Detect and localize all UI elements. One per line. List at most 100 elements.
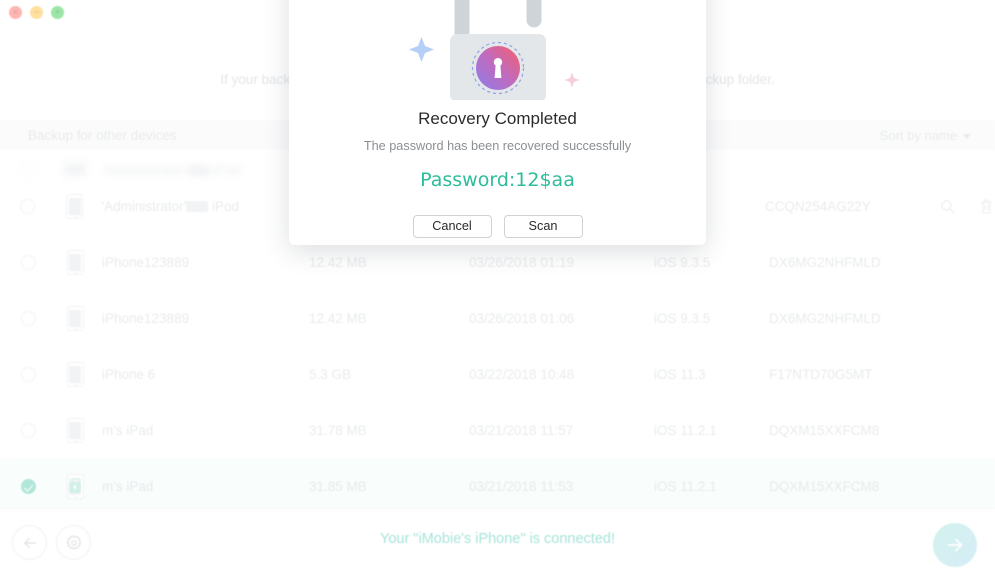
radio-icon [20, 310, 36, 326]
minimize-icon: − [33, 7, 40, 17]
device-icon [66, 249, 84, 275]
bottom-toolbar: Your "iMobie's iPhone" is connected! [0, 508, 995, 576]
scan-button[interactable]: Scan [503, 215, 583, 238]
row-version-cell: iOS 11.2.1 [654, 422, 717, 438]
row-device-name: iPhone123889 [102, 254, 190, 270]
recovery-completed-dialog: Recovery Completed The password has been… [289, 0, 706, 245]
dialog-actions: Cancel Scan [412, 215, 583, 238]
device-icon [66, 417, 84, 443]
row-size-cell: 12.42 MB [309, 310, 367, 326]
row-device-icon [56, 193, 94, 219]
redacted-block [188, 165, 211, 176]
row-name-cell: iPhone123889 [94, 255, 309, 270]
minimize-window-button[interactable]: − [30, 6, 43, 19]
recovered-password: Password:12$aa [420, 169, 575, 191]
row-device-name: m's iPad [102, 478, 154, 494]
row-select-radio[interactable] [0, 163, 56, 178]
row-name-cell: 'Administrator' iPod [94, 199, 308, 214]
row-version-cell: iOS 9.3.5 [654, 254, 711, 270]
row-date-cell: 03/26/2018 01:06 [469, 310, 575, 326]
row-name-cell: m's iPad [94, 479, 309, 494]
device-icon [66, 305, 84, 331]
device-icon [66, 361, 84, 387]
row-device-name: iPhone 6 [102, 366, 156, 382]
row-device-icon [56, 305, 94, 331]
row-serial-cell: DQXM15XXFCM8 [769, 478, 880, 494]
sort-dropdown[interactable]: Sort by name [880, 120, 971, 150]
row-version-cell: iOS 11.2.1 [654, 478, 717, 494]
row-date-cell: 03/22/2018 10:48 [469, 366, 575, 382]
maximize-icon: + [54, 7, 61, 17]
sort-label: Sort by name [879, 127, 957, 143]
row-serial-cell: DQXM15XXFCM8 [769, 422, 880, 438]
row-size-cell: 31.78 MB [309, 422, 367, 438]
row-device-name: 'Administrator' [101, 198, 187, 214]
dialog-subtitle: The password has been recovered successf… [363, 139, 632, 153]
row-select-radio[interactable] [0, 254, 56, 270]
row-serial-cell: DX6MG2NHFMLD [769, 310, 881, 326]
row-device-icon [56, 361, 94, 387]
row-device-name: ‘Administrator’ [102, 163, 189, 178]
next-button[interactable] [933, 523, 977, 567]
row-size-cell: 31.85 MB [309, 478, 367, 494]
row-device-icon [56, 249, 94, 275]
window-controls: × − + [9, 6, 64, 19]
radio-icon [20, 422, 36, 438]
row-version-cell: iOS 9.3.5 [654, 310, 711, 326]
row-version-cell: iOS 11.3 [654, 366, 706, 382]
app-window: × − + If your backup i a backup folder. … [0, 0, 995, 576]
dialog-title: Recovery Completed [418, 109, 577, 128]
radio-icon [20, 366, 36, 382]
chevron-down-icon [963, 133, 971, 139]
row-size-cell: 12.42 MB [309, 254, 367, 270]
table-row[interactable]: iPhone123889 12.42 MB 03/26/2018 01:06 iOS … [0, 290, 995, 346]
row-size-cell: 5.3 GB [309, 366, 352, 382]
row-select-radio[interactable] [0, 422, 56, 438]
row-select-radio[interactable] [0, 478, 56, 494]
arrow-right-icon [947, 538, 963, 552]
device-icon [62, 160, 88, 178]
close-window-button[interactable]: × [9, 6, 22, 19]
maximize-window-button[interactable]: + [51, 6, 64, 19]
row-date-cell: 03/26/2018 01:19 [469, 254, 575, 270]
row-actions-cell [939, 198, 995, 215]
search-icon[interactable] [939, 198, 956, 215]
radio-icon [20, 254, 36, 270]
row-device-name-suffix: iPod [211, 198, 239, 214]
section-title: Backup for other devices [28, 127, 177, 143]
close-icon: × [12, 7, 19, 17]
row-serial-cell: CCQN254AG22Y [764, 198, 871, 214]
row-name-cell: iPhone 6 [94, 367, 309, 382]
radio-icon [20, 198, 36, 214]
row-name-cell: iPhone123889 [94, 311, 309, 326]
radio-icon [20, 163, 36, 178]
table-row[interactable]: iPhone 6 5.3 GB 03/22/2018 10:48 iOS 11.3 F1… [0, 346, 995, 402]
lock-badge-icon [68, 477, 81, 493]
row-serial-cell: F17NTD70G5MT [769, 366, 873, 382]
row-device-icon [56, 473, 94, 499]
row-name-cell: m's iPad [94, 423, 309, 438]
row-serial-cell: DX6MG2NHFMLD [769, 254, 881, 270]
row-name-cell: ‘Administrator’ iPod [94, 163, 309, 178]
device-icon [66, 193, 84, 219]
unlocked-padlock-illustration [289, 0, 706, 101]
trash-icon[interactable] [978, 198, 995, 215]
row-date-cell: 03/21/2018 11:57 [469, 422, 574, 438]
table-row[interactable]: m's iPad 31.78 MB 03/21/2018 11:57 iOS 11.2… [0, 402, 995, 458]
row-device-name: iPhone123889 [102, 310, 190, 326]
row-select-radio[interactable] [0, 366, 56, 382]
row-select-radio[interactable] [0, 198, 56, 214]
row-device-name: m's iPad [102, 422, 154, 438]
cancel-button[interactable]: Cancel [412, 215, 492, 238]
connection-status-text: Your "iMobie's iPhone" is connected! [379, 531, 615, 547]
row-select-radio[interactable] [0, 310, 56, 326]
row-date-cell: 03/21/2018 11:53 [469, 478, 574, 494]
unlocked-padlock-icon [408, 0, 579, 100]
row-device-name-suffix: iPod [213, 163, 241, 178]
redacted-block [186, 200, 209, 212]
table-row[interactable]: m's iPad 31.85 MB 03/21/2018 11:53 iOS 11.2… [0, 458, 995, 514]
row-device-icon [56, 417, 94, 443]
row-device-icon [56, 160, 94, 178]
radio-icon [20, 478, 36, 494]
device-icon [66, 473, 84, 499]
